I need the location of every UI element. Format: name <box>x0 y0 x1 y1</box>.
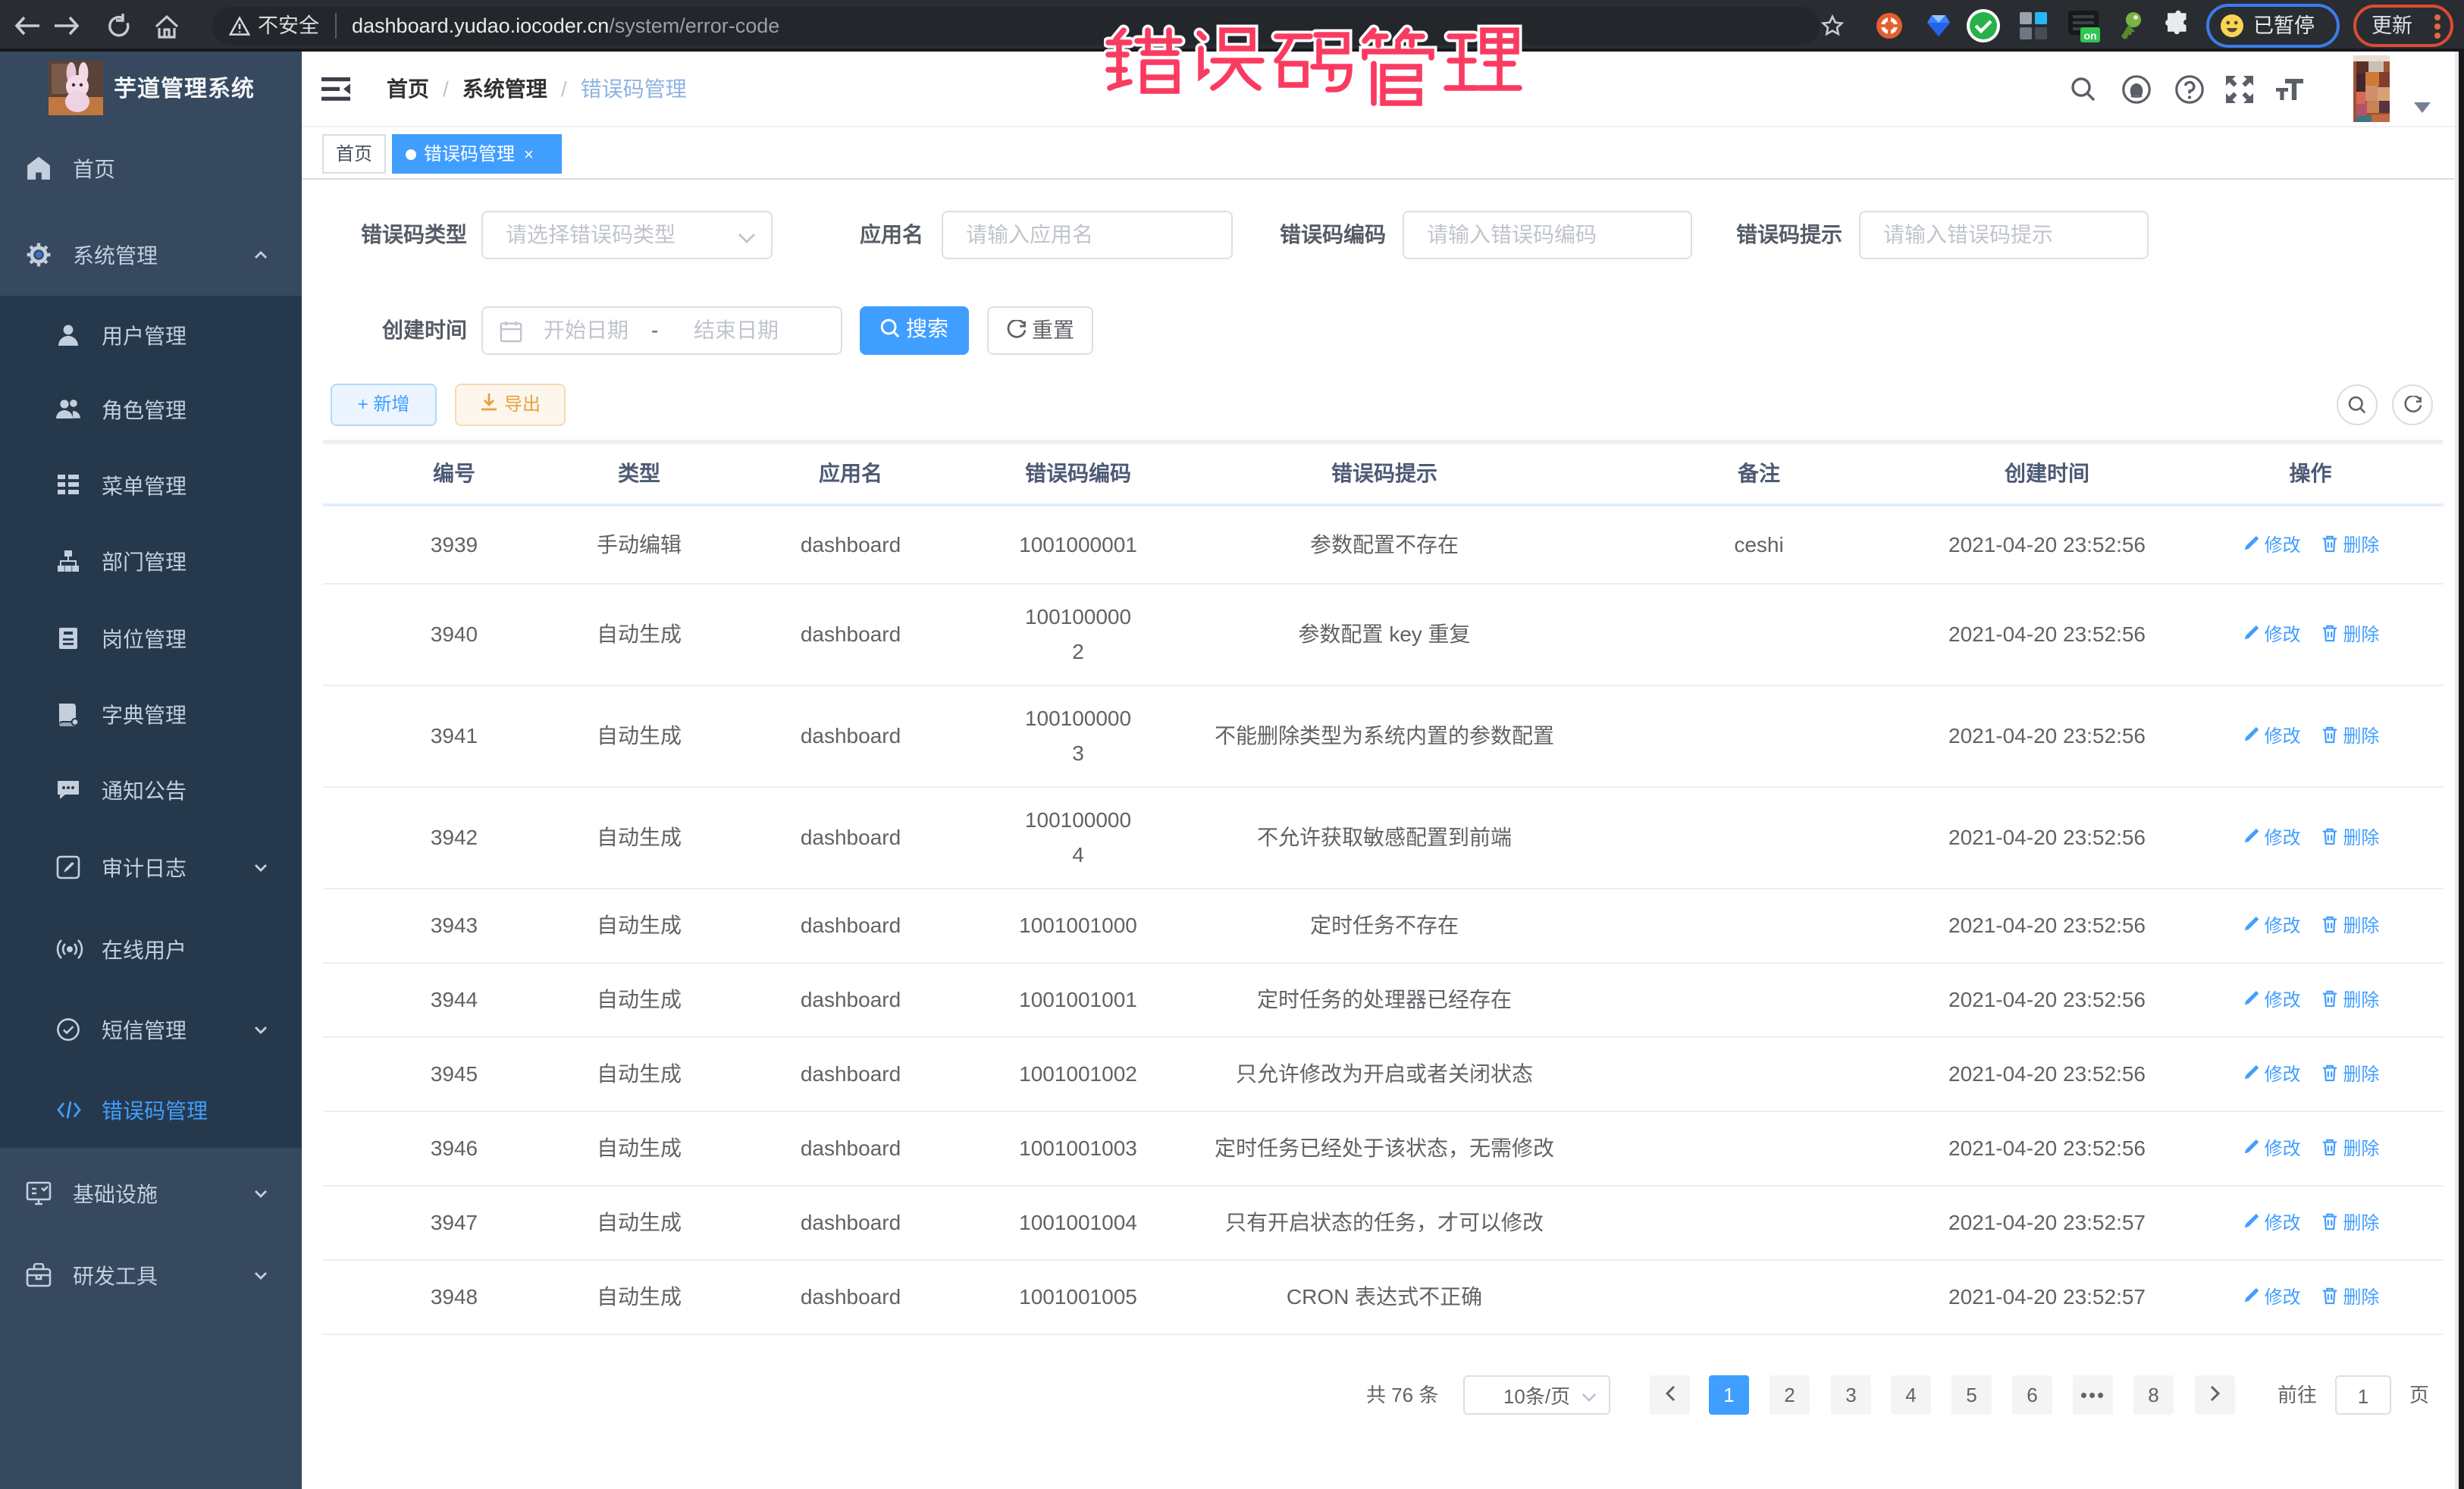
svg-text:on: on <box>2083 30 2096 42</box>
